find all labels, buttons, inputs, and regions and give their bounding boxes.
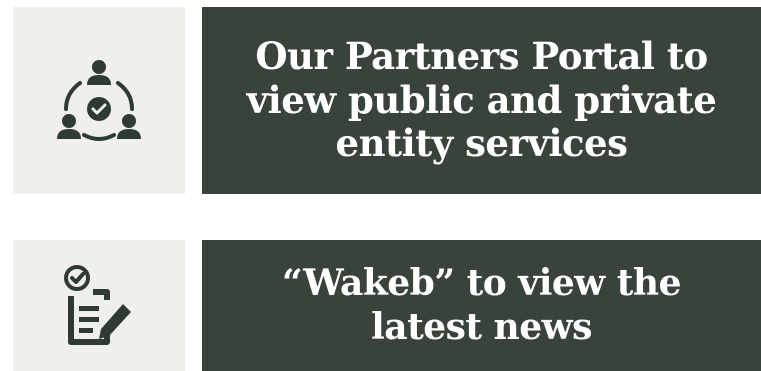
partners-portal-card[interactable]: Our Partners Portal to view public and p… bbox=[13, 7, 761, 194]
document-edit-check-icon bbox=[63, 264, 135, 348]
partners-network-icon bbox=[56, 59, 142, 143]
wakeb-news-label[interactable]: “Wakeb” to view the latest news bbox=[202, 240, 761, 371]
wakeb-news-card[interactable]: “Wakeb” to view the latest news bbox=[13, 240, 761, 371]
wakeb-icon-tile bbox=[13, 240, 185, 371]
partners-icon-tile bbox=[13, 7, 185, 194]
partners-portal-label[interactable]: Our Partners Portal to view public and p… bbox=[202, 7, 761, 194]
